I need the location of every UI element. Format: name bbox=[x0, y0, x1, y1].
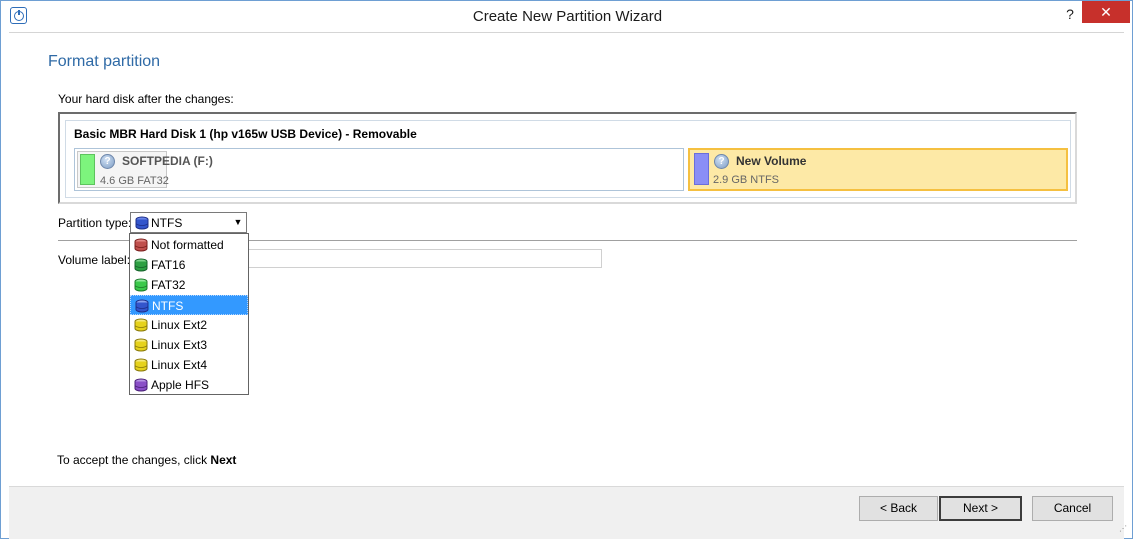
chevron-down-icon[interactable]: ▼ bbox=[230, 213, 246, 232]
cancel-button[interactable]: Cancel bbox=[1032, 496, 1113, 521]
partition-type-dropdown: Not formatted FAT16 FAT32 NTFS Linux Ext… bbox=[129, 233, 249, 395]
dropdown-option-label: Linux Ext4 bbox=[151, 358, 208, 372]
ntfs-disk-icon bbox=[135, 216, 149, 230]
accept-prefix: To accept the changes, click bbox=[57, 453, 211, 467]
accept-instruction: To accept the changes, click Next bbox=[57, 453, 236, 467]
dropdown-option-linux-ext2[interactable]: Linux Ext2 bbox=[130, 315, 248, 335]
disk-map: Basic MBR Hard Disk 1 (hp v165w USB Devi… bbox=[58, 112, 1077, 204]
dropdown-option-linux-ext3[interactable]: Linux Ext3 bbox=[130, 335, 248, 355]
dropdown-option-label: FAT16 bbox=[151, 258, 186, 272]
window-title: Create New Partition Wizard bbox=[472, 8, 663, 25]
dropdown-option-not-formatted[interactable]: Not formatted bbox=[130, 235, 248, 255]
partition-name: SOFTPEDIA (F:) bbox=[122, 154, 213, 168]
dropdown-option-label: NTFS bbox=[152, 299, 184, 313]
title-bar: Create New Partition Wizard ? ✕ bbox=[1, 1, 1132, 32]
disk-green-icon bbox=[134, 258, 148, 272]
status-bar bbox=[9, 532, 1124, 539]
disk-yellow-icon bbox=[134, 338, 148, 352]
partition-name: New Volume bbox=[736, 154, 807, 168]
dropdown-option-fat32[interactable]: FAT32 bbox=[130, 275, 248, 295]
dropdown-option-label: Linux Ext3 bbox=[151, 338, 208, 352]
dropdown-option-label: FAT32 bbox=[151, 278, 186, 292]
partition-type-select[interactable]: NTFS ▼ bbox=[130, 212, 247, 233]
partition-type-label: Partition type: bbox=[58, 216, 132, 230]
dropdown-option-fat16[interactable]: FAT16 bbox=[130, 255, 248, 275]
disk-yellow-icon bbox=[134, 358, 148, 372]
partition-size: 2.9 GB NTFS bbox=[713, 174, 780, 186]
question-icon: ? bbox=[714, 154, 729, 169]
dropdown-option-apple-hfs[interactable]: Apple HFS bbox=[130, 375, 248, 395]
help-button[interactable]: ? bbox=[1058, 4, 1082, 24]
resize-grip-icon[interactable]: ⋰ bbox=[1119, 524, 1129, 534]
wizard-footer: < Back Next > Cancel bbox=[9, 486, 1124, 532]
wizard-window: Create New Partition Wizard ? ✕ Format p… bbox=[0, 0, 1133, 539]
volume-label-input[interactable] bbox=[239, 249, 602, 268]
dropdown-option-linux-ext4[interactable]: Linux Ext4 bbox=[130, 355, 248, 375]
dropdown-option-ntfs[interactable]: NTFS bbox=[130, 295, 248, 315]
dropdown-option-label: Not formatted bbox=[151, 238, 224, 252]
disk-blue-icon bbox=[135, 299, 149, 313]
volume-label-label: Volume label: bbox=[58, 253, 131, 267]
disk-yellow-icon bbox=[134, 318, 148, 332]
partition-color-bar bbox=[694, 153, 709, 185]
dropdown-option-label: Apple HFS bbox=[151, 378, 210, 392]
disk-panel: Basic MBR Hard Disk 1 (hp v165w USB Devi… bbox=[65, 120, 1071, 198]
disk-green-icon bbox=[134, 278, 148, 292]
partition-size: 4.6 GB FAT32 bbox=[100, 175, 169, 187]
accept-next-word: Next bbox=[210, 453, 237, 467]
page-title: Format partition bbox=[48, 53, 161, 70]
disk-name: Basic MBR Hard Disk 1 (hp v165w USB Devi… bbox=[74, 127, 417, 141]
close-icon: ✕ bbox=[1100, 4, 1112, 20]
disk-caption: Your hard disk after the changes: bbox=[58, 92, 234, 106]
disk-purple-icon bbox=[134, 378, 148, 392]
dropdown-option-label: Linux Ext2 bbox=[151, 318, 208, 332]
disk-red-icon bbox=[134, 238, 148, 252]
close-button[interactable]: ✕ bbox=[1082, 1, 1130, 23]
partition-color-bar bbox=[80, 154, 95, 185]
next-button[interactable]: Next > bbox=[939, 496, 1022, 521]
back-button[interactable]: < Back bbox=[859, 496, 938, 521]
wizard-content: Format partition Your hard disk after th… bbox=[9, 32, 1124, 486]
question-icon: ? bbox=[100, 154, 115, 169]
partition-type-value: NTFS bbox=[151, 216, 183, 230]
partition-new-volume[interactable]: ? New Volume 2.9 GB NTFS bbox=[688, 148, 1068, 191]
partition-softpedia[interactable]: ? SOFTPEDIA (F:) 4.6 GB FAT32 bbox=[74, 148, 684, 191]
